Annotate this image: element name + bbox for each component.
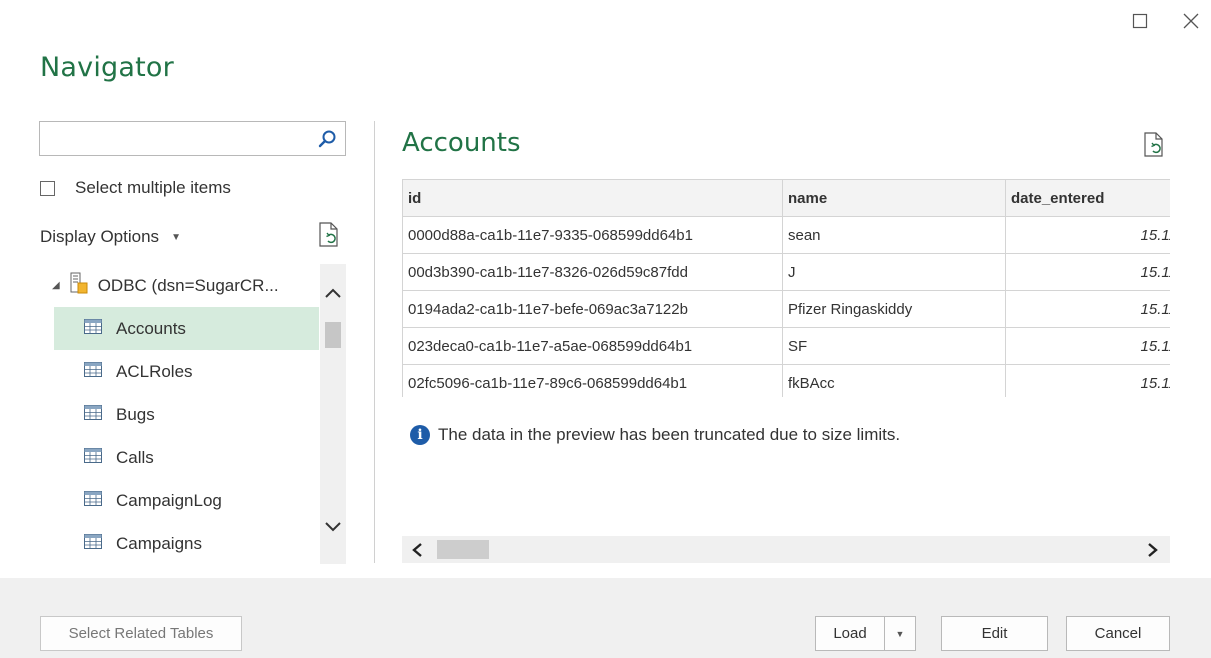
preview-refresh-button[interactable] (1143, 132, 1165, 163)
tree-root-odbc[interactable]: ◢ ODBC (dsn=SugarCR... (52, 272, 279, 299)
close-icon (1183, 13, 1199, 29)
refresh-button[interactable] (318, 222, 340, 253)
tree-item-aclroles[interactable]: ACLRoles (54, 350, 319, 393)
refresh-icon (319, 222, 338, 247)
table-icon (84, 533, 102, 554)
dialog-footer: Select Related Tables Load ▼ Edit Cancel (0, 578, 1211, 658)
tree-item-campaignlog[interactable]: CampaignLog (54, 479, 319, 522)
table-row: 0194ada2-ca1b-11e7-befe-069ac3a7122b Pfi… (402, 290, 1170, 328)
table-cell: Pfizer Ringaskiddy (782, 290, 1006, 328)
table-row: 02fc5096-ca1b-11e7-89c6-068599dd64b1 fkB… (402, 364, 1170, 397)
truncation-message: The data in the preview has been truncat… (438, 425, 901, 444)
table-cell: 15.11.2017 1 (1005, 364, 1170, 397)
table-cell: J (782, 253, 1006, 291)
table-cell: sean (782, 216, 1006, 254)
search-input[interactable] (46, 128, 310, 152)
chevron-down-icon: ▼ (171, 231, 181, 243)
tree-item-label: Accounts (116, 318, 186, 338)
tree-item-label: Bugs (116, 404, 155, 424)
scroll-left-icon[interactable] (410, 542, 424, 563)
display-options-dropdown[interactable]: Display Options ▼ (40, 227, 181, 247)
table-cell: 15.11.2017 1 (1005, 290, 1170, 328)
table-cell: 0000d88a-ca1b-11e7-9335-068599dd64b1 (402, 216, 783, 254)
preview-title: Accounts (402, 128, 521, 158)
table-icon (84, 361, 102, 382)
tree-item-label: Campaigns (116, 533, 202, 553)
table-cell: 0194ada2-ca1b-11e7-befe-069ac3a7122b (402, 290, 783, 328)
load-button[interactable]: Load (815, 616, 885, 651)
load-options-dropdown[interactable]: ▼ (884, 616, 916, 651)
collapse-triangle-icon[interactable]: ◢ (52, 280, 60, 291)
table-row: 00d3b390-ca1b-11e7-8326-026d59c87fdd J 1… (402, 253, 1170, 291)
table-icon (84, 318, 102, 339)
table-row: 023deca0-ca1b-11e7-a5ae-068599dd64b1 SF … (402, 327, 1170, 365)
select-multiple-row[interactable]: Select multiple items (40, 178, 231, 198)
chevron-down-icon: ▼ (895, 628, 905, 639)
preview-grid: id name date_entered 0000d88a-ca1b-11e7-… (402, 179, 1170, 397)
search-icon[interactable] (317, 129, 337, 154)
tree-root-label: ODBC (dsn=SugarCR... (97, 275, 279, 295)
tree-item-campaigns[interactable]: Campaigns (54, 522, 319, 564)
table-cell: SF (782, 327, 1006, 365)
preview-table: id name date_entered 0000d88a-ca1b-11e7-… (402, 179, 1170, 397)
navigator-dialog: Navigator Select multiple items Display … (0, 0, 1211, 658)
search-box[interactable] (39, 121, 346, 156)
truncation-notice: i The data in the preview has been trunc… (410, 425, 900, 445)
navigator-tree: ◢ ODBC (dsn=SugarCR... Accounts ACLRoles (40, 264, 346, 564)
tree-item-bugs[interactable]: Bugs (54, 393, 319, 436)
scroll-right-icon[interactable] (1146, 542, 1160, 563)
scroll-up-icon[interactable] (324, 286, 342, 304)
pane-divider[interactable] (374, 121, 375, 563)
maximize-button[interactable] (1127, 8, 1153, 34)
maximize-icon (1132, 13, 1148, 29)
table-header-row: id name date_entered (402, 179, 1170, 217)
table-icon (84, 447, 102, 468)
table-cell: 15.11.2017 1 (1005, 253, 1170, 291)
tree-item-label: CampaignLog (116, 490, 222, 510)
table-row: 0000d88a-ca1b-11e7-9335-068599dd64b1 sea… (402, 216, 1170, 254)
table-cell: 02fc5096-ca1b-11e7-89c6-068599dd64b1 (402, 364, 783, 397)
tree-item-calls[interactable]: Calls (54, 436, 319, 479)
table-icon (84, 404, 102, 425)
display-options-label: Display Options (40, 227, 160, 246)
tree-item-accounts[interactable]: Accounts (54, 307, 319, 350)
refresh-icon (1144, 132, 1163, 157)
select-multiple-checkbox[interactable] (40, 180, 55, 196)
info-icon: i (410, 425, 430, 445)
table-cell: 15.11.2017 1 (1005, 216, 1170, 254)
scroll-thumb[interactable] (437, 540, 489, 559)
table-list: Accounts ACLRoles Bugs Calls CampaignLog… (54, 307, 319, 564)
scroll-down-icon[interactable] (324, 520, 342, 538)
column-header[interactable]: id (402, 179, 783, 217)
preview-horizontal-scrollbar[interactable] (402, 536, 1170, 563)
database-icon (70, 272, 88, 299)
table-cell: fkBAcc (782, 364, 1006, 397)
edit-button[interactable]: Edit (941, 616, 1048, 651)
select-multiple-label: Select multiple items (75, 178, 231, 197)
column-header[interactable]: name (782, 179, 1006, 217)
table-icon (84, 490, 102, 511)
table-cell: 15.11.2017 1 (1005, 327, 1170, 365)
table-cell: 023deca0-ca1b-11e7-a5ae-068599dd64b1 (402, 327, 783, 365)
column-header[interactable]: date_entered (1005, 179, 1170, 217)
close-button[interactable] (1178, 8, 1204, 34)
tree-item-label: ACLRoles (116, 361, 193, 381)
select-related-tables-button[interactable]: Select Related Tables (40, 616, 242, 651)
cancel-button[interactable]: Cancel (1066, 616, 1170, 651)
dialog-title: Navigator (40, 52, 174, 83)
table-cell: 00d3b390-ca1b-11e7-8326-026d59c87fdd (402, 253, 783, 291)
tree-vertical-scrollbar[interactable] (320, 264, 346, 564)
tree-item-label: Calls (116, 447, 154, 467)
scroll-thumb[interactable] (325, 322, 341, 348)
